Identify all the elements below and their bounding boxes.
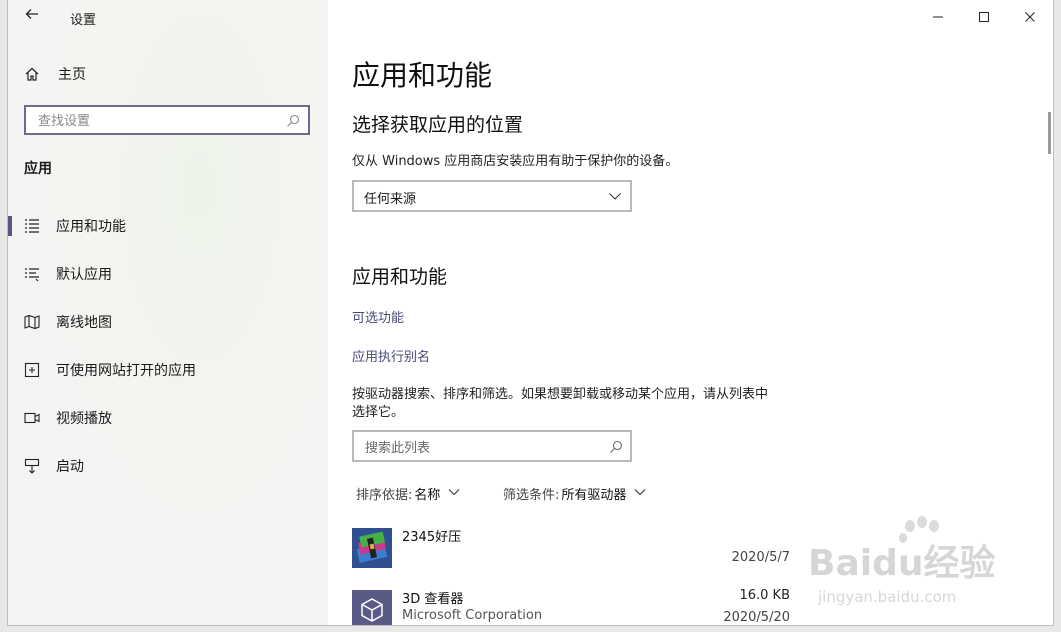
map-icon [24, 314, 40, 330]
search-description: 按驱动器搜索、排序和筛选。如果想要卸载或移动某个应用，请从列表中 选择它。 [352, 386, 768, 422]
app-install-date: 2020/5/20 [723, 610, 790, 625]
open-in-icon [24, 362, 40, 378]
nav-section-label: 应用 [24, 161, 52, 177]
nav-item-video-playback[interactable]: 视频播放 [8, 400, 328, 436]
settings-search-input[interactable] [36, 111, 280, 131]
nav-item-default-apps[interactable]: 默认应用 [8, 256, 328, 292]
settings-nav-pane: 设置 主页 应用 应用和功能 默认应用 [8, 0, 328, 625]
scrollbar-thumb[interactable] [1048, 112, 1051, 154]
window-title: 设置 [70, 13, 97, 28]
nav-item-label: 离线地图 [56, 315, 112, 331]
maximize-icon [979, 12, 989, 22]
maximize-button[interactable] [961, 0, 1007, 34]
close-button[interactable] [1007, 0, 1053, 34]
nav-home-label: 主页 [58, 67, 86, 83]
sort-by-label: 排序依据: [356, 488, 413, 503]
app-name: 2345好压 [402, 530, 462, 545]
nav-item-label: 视频播放 [56, 411, 112, 427]
archive-books-icon [352, 528, 392, 568]
app-install-date: 2020/5/7 [731, 550, 790, 565]
nav-home[interactable]: 主页 [24, 62, 86, 86]
video-icon [24, 410, 40, 426]
3d-cube-icon [352, 590, 392, 625]
app-execution-alias-link[interactable]: 应用执行别名 [352, 346, 430, 365]
back-button[interactable] [20, 6, 44, 28]
settings-search[interactable] [24, 105, 310, 135]
search-icon [286, 113, 300, 132]
nav-item-offline-maps[interactable]: 离线地图 [8, 304, 328, 340]
filter-by-label: 筛选条件: [503, 488, 560, 503]
app-list-search-input[interactable] [363, 438, 597, 458]
filter-by-value: 所有驱动器 [561, 488, 627, 503]
default-apps-icon [24, 266, 40, 282]
home-icon [24, 66, 40, 82]
search-icon [609, 439, 623, 458]
nav-item-label: 可使用网站打开的应用 [56, 363, 196, 379]
back-arrow-icon [25, 9, 38, 19]
app-name: 3D 查看器 [402, 592, 464, 607]
app-source-selected: 任何来源 [364, 192, 417, 207]
nav-item-label: 应用和功能 [56, 219, 126, 235]
search-description-line: 选择它。 [352, 405, 405, 420]
app-publisher: Microsoft Corporation [402, 608, 543, 623]
main-content: 应用和功能 选择获取应用的位置 仅从 Windows 应用商店安装应用有助于保护… [328, 0, 1053, 625]
startup-icon [24, 458, 40, 474]
optional-features-link[interactable]: 可选功能 [352, 307, 404, 326]
settings-window: 设置 主页 应用 应用和功能 默认应用 [8, 0, 1053, 625]
app-source-dropdown[interactable]: 任何来源 [352, 180, 632, 212]
minimize-icon [933, 16, 943, 18]
close-icon [1025, 12, 1035, 22]
window-controls [915, 0, 1053, 34]
minimize-button[interactable] [915, 0, 961, 34]
nav-item-apps-for-websites[interactable]: 可使用网站打开的应用 [8, 352, 328, 388]
app-list-item[interactable]: 3D 查看器 Microsoft Corporation 16.0 KB 202… [352, 586, 802, 625]
app-list-search[interactable] [352, 430, 632, 462]
sort-by-dropdown[interactable]: 排序依据: 名称 [356, 484, 460, 503]
source-heading: 选择获取应用的位置 [352, 114, 524, 136]
page-title: 应用和功能 [352, 59, 493, 92]
filter-by-dropdown[interactable]: 筛选条件: 所有驱动器 [503, 484, 646, 503]
app-size: 16.0 KB [739, 588, 790, 603]
sort-by-value: 名称 [414, 488, 441, 503]
chevron-down-icon [448, 486, 460, 502]
nav-item-label: 默认应用 [56, 267, 112, 283]
apps-heading: 应用和功能 [352, 266, 448, 288]
search-description-line: 按驱动器搜索、排序和筛选。如果想要卸载或移动某个应用，请从列表中 [352, 387, 769, 402]
app-list-item[interactable]: 2345好压 2020/5/7 [352, 524, 802, 574]
chevron-down-icon [608, 188, 622, 207]
title-bar-left: 设置 [8, 0, 328, 34]
nav-item-apps-features[interactable]: 应用和功能 [8, 208, 328, 244]
nav-item-label: 启动 [56, 459, 84, 475]
source-description: 仅从 Windows 应用商店安装应用有助于保护你的设备。 [352, 154, 679, 169]
chevron-down-icon [634, 486, 646, 502]
nav-item-startup[interactable]: 启动 [8, 448, 328, 484]
list-icon [24, 218, 40, 234]
